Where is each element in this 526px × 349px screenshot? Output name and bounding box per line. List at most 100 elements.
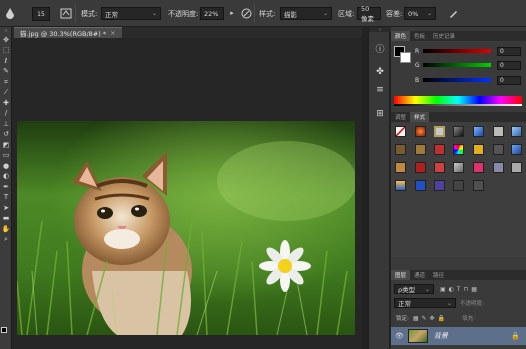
path-select-icon[interactable]: ➤: [0, 203, 12, 214]
g-track[interactable]: [423, 63, 491, 67]
style-swatch[interactable]: [415, 126, 426, 137]
marquee-icon[interactable]: ⬚: [0, 46, 12, 57]
background-color-swatch[interactable]: [400, 52, 411, 63]
g-slider[interactable]: G 0: [415, 60, 526, 70]
pen-icon[interactable]: ✒: [0, 182, 12, 193]
healing-icon[interactable]: ✚: [0, 98, 12, 109]
fg-bg-swatches[interactable]: [1, 327, 11, 337]
style-swatch[interactable]: [453, 144, 464, 155]
document-image[interactable]: [17, 121, 355, 335]
blur-tool-preset-icon[interactable]: [3, 6, 17, 20]
style-swatch[interactable]: [434, 180, 445, 191]
style-swatch[interactable]: [473, 180, 484, 191]
stamp-icon[interactable]: ⊥: [0, 119, 12, 130]
tab-history[interactable]: 历史记录: [429, 31, 459, 41]
eye-icon[interactable]: 👁: [395, 332, 404, 340]
collapse-arrows-icon[interactable]: »: [0, 27, 12, 35]
style-swatch[interactable]: [453, 126, 464, 137]
opacity-input[interactable]: 22%: [200, 7, 224, 20]
style-swatch[interactable]: [415, 180, 426, 191]
style-swatch[interactable]: [493, 162, 504, 173]
r-slider[interactable]: R 0: [415, 46, 526, 56]
grayscale-bar[interactable]: [394, 104, 522, 106]
r-value[interactable]: 0: [497, 46, 521, 56]
hand-icon[interactable]: ✋: [0, 224, 12, 235]
properties-icon[interactable]: ⊞: [372, 107, 388, 121]
b-track[interactable]: [423, 78, 491, 82]
blend-mode-select[interactable]: 正常 ⌄: [394, 298, 456, 308]
brush-icon[interactable]: ∕: [0, 109, 12, 120]
b-value[interactable]: 0: [497, 75, 521, 85]
opacity-slider-arrow-icon[interactable]: ▸: [225, 6, 239, 20]
layer-name[interactable]: 背景: [434, 331, 448, 341]
foreground-swatch[interactable]: [1, 327, 7, 333]
g-value[interactable]: 0: [497, 60, 521, 70]
tab-swatches[interactable]: 色板: [410, 31, 429, 41]
style-swatch[interactable]: [453, 180, 464, 191]
style-swatch[interactable]: [473, 144, 484, 155]
tab-color[interactable]: 颜色: [391, 31, 411, 41]
tolerance-select[interactable]: 0% ⌄: [404, 7, 436, 20]
type-icon[interactable]: T: [0, 193, 12, 204]
style-swatch[interactable]: [473, 126, 484, 137]
layers-panel-tabs: 图层 通道 路径: [391, 270, 526, 280]
tablet-pressure-icon[interactable]: [446, 6, 460, 20]
style-swatch-none[interactable]: [395, 126, 406, 137]
quick-select-icon[interactable]: ✎: [0, 67, 12, 78]
style-swatch[interactable]: [511, 126, 522, 137]
style-swatch[interactable]: [511, 162, 522, 173]
area-label: 区域:: [338, 9, 355, 18]
right-panels: 颜色 色板 历史记录 R 0 G 0 B 0 调整 样式 图层 通道 路径 ρ类…: [391, 27, 526, 349]
style-swatch[interactable]: [395, 144, 406, 155]
style-swatch[interactable]: [493, 144, 504, 155]
area-input[interactable]: 50 像素: [357, 5, 381, 23]
style-swatch[interactable]: [415, 144, 426, 155]
move-icon[interactable]: ✥: [0, 35, 12, 46]
zoom-icon[interactable]: ⌕: [0, 235, 12, 246]
opacity-value: 22%: [204, 9, 219, 18]
style-swatch[interactable]: [434, 162, 445, 173]
shape-icon[interactable]: ▬: [0, 214, 12, 225]
brush-panel-icon[interactable]: ≡: [372, 83, 388, 97]
lasso-icon[interactable]: ℓ: [0, 56, 12, 67]
style-swatch[interactable]: [434, 144, 445, 155]
style-select[interactable]: 描影 ⌄: [280, 7, 332, 20]
style-swatch[interactable]: [395, 162, 406, 173]
eyedropper-icon[interactable]: ⁄: [0, 88, 12, 99]
document-tab[interactable]: 猫.jpg @ 30.3%(RGB/8#) * ×: [14, 27, 122, 38]
style-swatch[interactable]: [395, 180, 406, 191]
brush-panel-icon[interactable]: [59, 6, 73, 20]
brush-size-picker[interactable]: 15: [32, 7, 50, 21]
color-spectrum-bar[interactable]: [394, 96, 522, 104]
mode-select[interactable]: 正常 ⌄: [101, 7, 161, 20]
style-swatch[interactable]: [415, 162, 426, 173]
tab-layers[interactable]: 图层: [391, 270, 411, 280]
r-track[interactable]: [423, 49, 491, 53]
eraser-icon[interactable]: ◩: [0, 140, 12, 151]
layer-kind-select[interactable]: ρ类型 ⌄: [394, 284, 434, 294]
lock-icons[interactable]: ▦✎✥🔒: [413, 315, 448, 322]
style-swatch[interactable]: [473, 162, 484, 173]
b-slider[interactable]: B 0: [415, 75, 526, 85]
style-swatch[interactable]: [434, 126, 445, 137]
dodge-icon[interactable]: ◐: [0, 172, 12, 183]
collapse-arrows-icon[interactable]: «: [369, 27, 391, 33]
pressure-opacity-icon[interactable]: [239, 6, 253, 20]
tab-paths[interactable]: 路径: [429, 270, 448, 280]
blur-icon[interactable]: ●: [0, 161, 12, 172]
close-icon[interactable]: ×: [110, 29, 115, 37]
chevron-down-icon: ⌄: [446, 299, 452, 307]
tab-adjustments[interactable]: 调整: [391, 112, 410, 122]
tab-styles[interactable]: 样式: [410, 112, 430, 122]
gradient-icon[interactable]: ▭: [0, 151, 12, 162]
layer-row-background[interactable]: 👁 背景 🔒: [391, 327, 526, 345]
style-swatch[interactable]: [493, 126, 504, 137]
style-swatch[interactable]: [511, 144, 522, 155]
crop-icon[interactable]: ⌗: [0, 77, 12, 88]
history-brush-icon[interactable]: ↺: [0, 130, 12, 141]
tab-channels[interactable]: 通道: [410, 270, 429, 280]
info-icon[interactable]: ⓘ: [372, 41, 388, 55]
style-swatch[interactable]: [453, 162, 464, 173]
brush-preset-icon[interactable]: ✤: [372, 65, 388, 79]
layer-filter-icons[interactable]: ▣◐T⊓▦: [440, 286, 480, 293]
